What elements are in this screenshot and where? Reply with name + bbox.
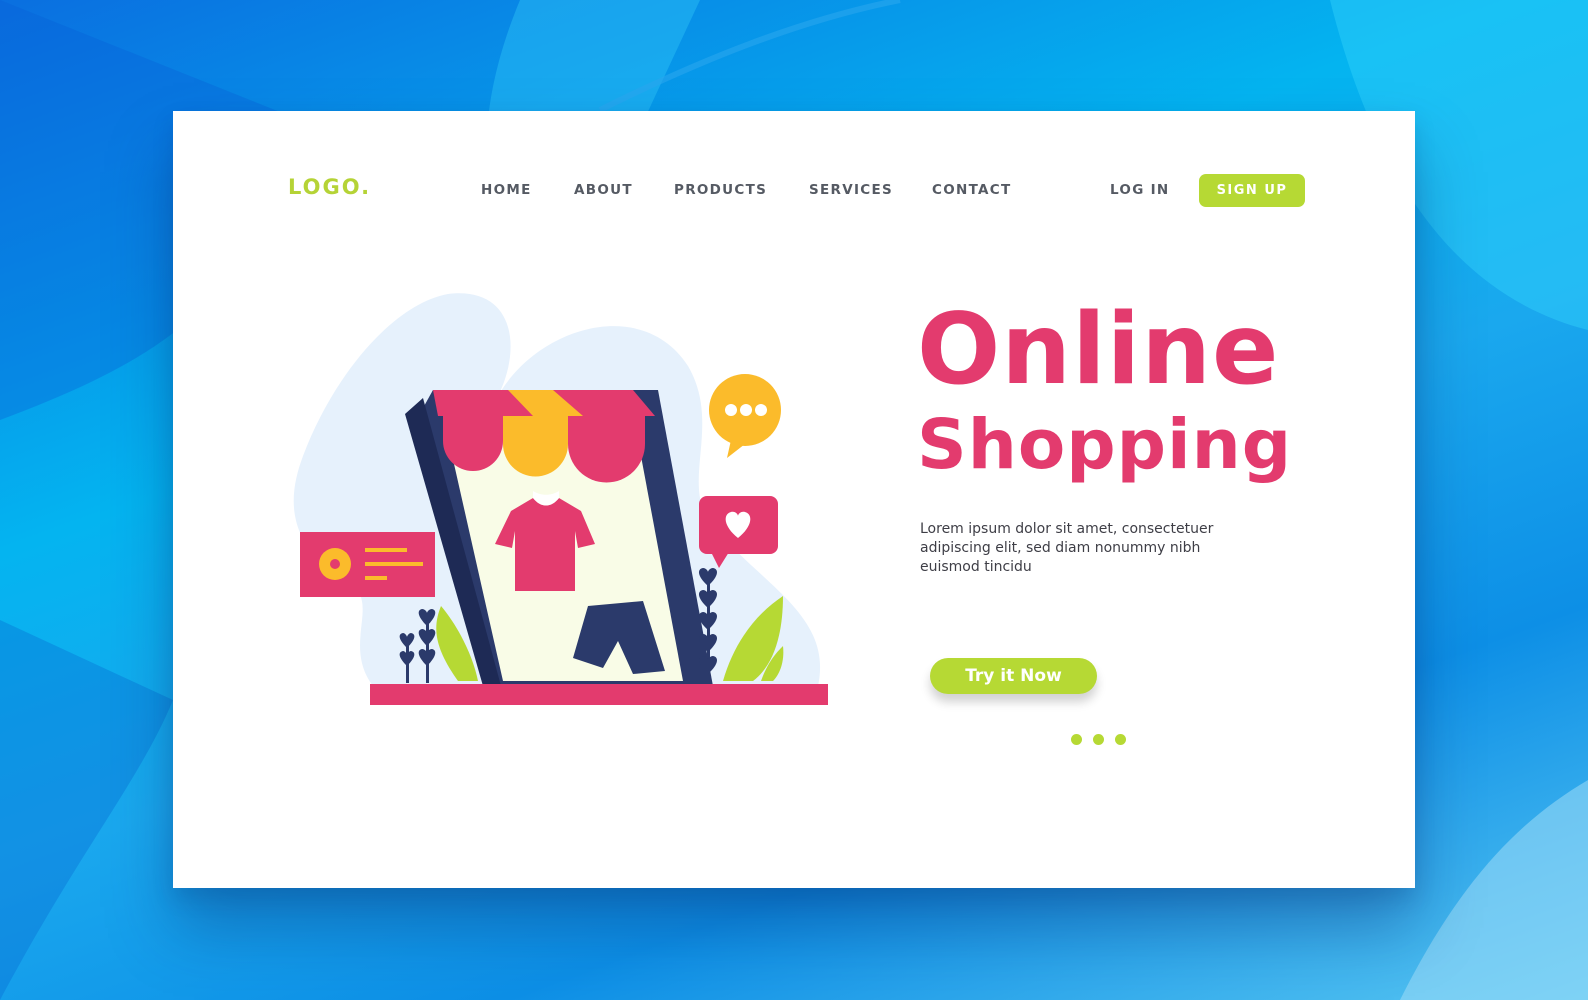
- carousel-dot-3[interactable]: [1115, 734, 1126, 745]
- signup-button[interactable]: SIGN UP: [1199, 174, 1305, 207]
- carousel-dot-2[interactable]: [1093, 734, 1104, 745]
- chat-bubble-icon: [709, 374, 781, 458]
- nav-contact[interactable]: CONTACT: [932, 182, 1012, 198]
- nav-products[interactable]: PRODUCTS: [674, 182, 767, 198]
- nav-about[interactable]: ABOUT: [574, 182, 633, 198]
- logo[interactable]: LOGO.: [288, 175, 371, 199]
- hero-description: Lorem ipsum dolor sit amet, consectetuer…: [920, 521, 1214, 575]
- store-awning-icon: [433, 390, 655, 483]
- hero-title-line1: Online: [917, 293, 1280, 407]
- product-card-icon: [300, 532, 435, 597]
- shop-illustration: [293, 293, 828, 705]
- try-it-now-button[interactable]: Try it Now: [930, 658, 1097, 694]
- hero-title-line2: Shopping: [917, 405, 1293, 485]
- carousel-dots: [1071, 734, 1126, 745]
- shelf-base: [370, 684, 828, 705]
- login-link[interactable]: LOG IN: [1110, 182, 1170, 198]
- nav-home[interactable]: HOME: [481, 182, 532, 198]
- carousel-dot-1[interactable]: [1071, 734, 1082, 745]
- landing-card: LOGO. HOME ABOUT PRODUCTS SERVICES CONTA…: [173, 111, 1415, 888]
- nav-services[interactable]: SERVICES: [809, 182, 893, 198]
